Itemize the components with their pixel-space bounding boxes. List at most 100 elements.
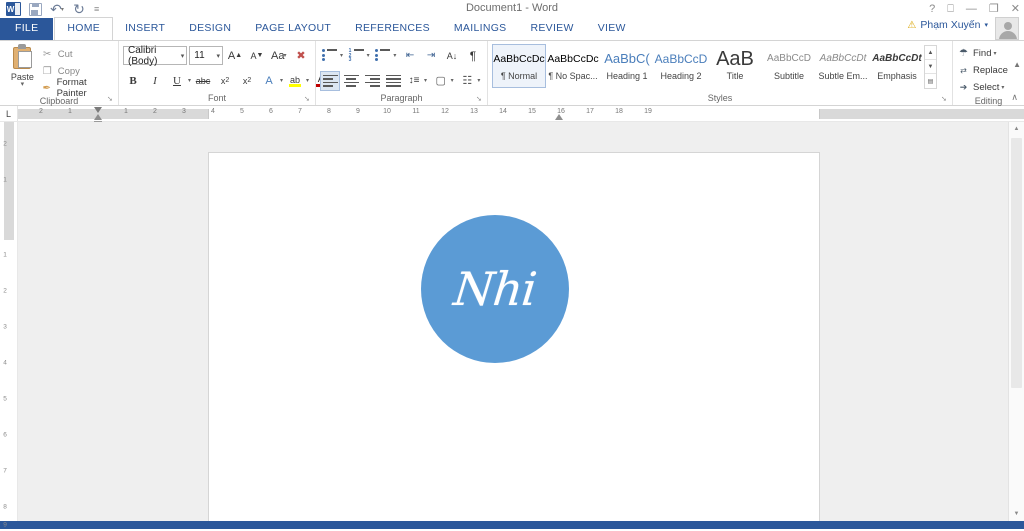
highlight-color-button[interactable]: ab — [285, 71, 305, 91]
text-effects-button[interactable]: A — [259, 71, 279, 91]
horizontal-ruler[interactable]: 2 1 1 2 3 4 5 6 7 8 9 10 11 12 13 14 15 … — [18, 106, 1024, 125]
tab-insert[interactable]: INSERT — [113, 18, 177, 40]
select-button[interactable]: ➔ Select ▾ — [957, 80, 1008, 95]
tab-home[interactable]: HOME — [54, 17, 114, 40]
account-menu[interactable]: ⚠ Phạm Xuyến ▾ — [907, 19, 988, 31]
tab-stop-selector[interactable]: L — [0, 106, 18, 121]
styles-more-button[interactable]: ▤ — [925, 74, 936, 88]
style-emphasis[interactable]: AaBbCcDt Emphasis — [870, 44, 924, 88]
multilevel-caret-icon[interactable]: ▾ — [393, 52, 399, 59]
style-heading-2[interactable]: AaBbCcD Heading 2 — [654, 44, 708, 88]
paste-caret-icon[interactable]: ▾ — [21, 81, 25, 88]
undo-icon[interactable]: ↶ ▾ — [47, 1, 67, 18]
redo-icon[interactable]: ↻ — [69, 1, 89, 18]
text-effects-caret-icon[interactable]: ▾ — [280, 77, 283, 84]
select-caret-icon[interactable]: ▾ — [1001, 84, 1008, 91]
highlight-caret-icon[interactable]: ▾ — [306, 77, 309, 84]
borders-button[interactable]: ☷ — [457, 71, 477, 91]
bullets-button[interactable] — [320, 46, 340, 66]
show-formatting-marks-button[interactable]: ¶ — [463, 46, 483, 66]
hanging-indent-marker[interactable] — [94, 114, 102, 120]
align-center-button[interactable] — [341, 71, 361, 91]
numbering-button[interactable]: 123 — [347, 46, 367, 66]
title-bar: W ↶ ▾ ↻ ≡ Document1 - Word ? ⎕ — ❐ ✕ — [0, 0, 1024, 18]
tab-references[interactable]: REFERENCES — [343, 18, 442, 40]
style-subtle-emphasis[interactable]: AaBbCcDt Subtle Em... — [816, 44, 870, 88]
right-indent-marker[interactable] — [555, 114, 563, 120]
paragraph-dialog-launcher[interactable]: ➘ — [476, 96, 484, 104]
font-size-combo[interactable]: 11 ▾ — [189, 46, 223, 65]
scroll-collapse-icon[interactable]: ▲ — [1013, 60, 1021, 69]
font-name-combo[interactable]: Calibri (Body) ▾ — [123, 45, 188, 67]
underline-button[interactable]: U — [167, 71, 187, 91]
tab-mailings[interactable]: MAILINGS — [442, 18, 519, 40]
logo-circle-shape[interactable]: Nhi — [421, 215, 569, 363]
style-no-spacing[interactable]: AaBbCcDc ¶ No Spac... — [546, 44, 600, 88]
numbering-caret-icon[interactable]: ▾ — [367, 52, 373, 59]
clipboard-dialog-launcher[interactable]: ➘ — [107, 96, 115, 104]
sort-button[interactable]: A↓ — [442, 46, 462, 66]
shrink-font-button[interactable]: A ▼ — [247, 46, 267, 66]
replace-button[interactable]: ⇄ Replace — [957, 63, 1008, 78]
decrease-indent-button[interactable]: ⇤ — [400, 46, 420, 66]
multilevel-list-button[interactable] — [373, 46, 393, 66]
tab-review[interactable]: REVIEW — [518, 18, 585, 40]
vertical-ruler[interactable]: 2 1 1 2 3 4 5 6 7 8 9 — [0, 122, 18, 529]
vertical-scrollbar[interactable]: ▲ ▲ ▼ — [1008, 60, 1024, 521]
cut-button[interactable]: ✂ Cut — [41, 47, 114, 61]
line-spacing-caret-icon[interactable]: ▾ — [424, 77, 430, 84]
font-dialog-launcher[interactable]: ➘ — [304, 96, 312, 104]
minimize-icon[interactable]: — — [966, 0, 977, 18]
close-icon[interactable]: ✕ — [1011, 0, 1020, 18]
align-right-button[interactable] — [362, 71, 382, 91]
first-line-indent-marker[interactable] — [94, 107, 102, 113]
scroll-down-button[interactable]: ▼ — [1009, 507, 1024, 521]
find-button[interactable]: ☂ Find ▾ — [957, 46, 1008, 61]
justify-button[interactable] — [383, 71, 403, 91]
restore-icon[interactable]: ❐ — [989, 0, 999, 18]
find-caret-icon[interactable]: ▾ — [993, 50, 1000, 57]
tab-view[interactable]: VIEW — [586, 18, 638, 40]
style-normal[interactable]: AaBbCcDc ¶ Normal — [492, 44, 546, 88]
clear-formatting-icon[interactable]: ✖ — [291, 46, 311, 66]
bullets-caret-icon[interactable]: ▾ — [340, 52, 346, 59]
help-icon[interactable]: ? — [929, 0, 935, 18]
borders-caret-icon[interactable]: ▾ — [477, 77, 483, 84]
change-case-button[interactable]: Aa ▾ — [269, 46, 289, 66]
increase-indent-button[interactable]: ⇥ — [421, 46, 441, 66]
style-heading-1[interactable]: AaBbC( Heading 1 — [600, 44, 654, 88]
tab-file[interactable]: FILE — [0, 18, 54, 40]
shading-button[interactable]: ▢ — [431, 71, 451, 91]
customize-quick-access-icon[interactable]: ≡ — [91, 4, 99, 14]
align-left-button[interactable] — [320, 70, 340, 91]
line-spacing-button[interactable]: ↕≡ — [404, 71, 424, 91]
document-canvas[interactable]: Nhi — [18, 122, 1008, 521]
styles-dialog-launcher[interactable]: ➘ — [941, 96, 949, 104]
style-subtitle[interactable]: AaBbCcD Subtitle — [762, 44, 816, 88]
paste-button[interactable]: Paste ▾ — [4, 43, 41, 95]
format-painter-button[interactable]: ✒ Format Painter — [41, 77, 114, 99]
chevron-down-icon: ▾ — [984, 22, 988, 29]
ribbon-display-options-icon[interactable]: ⎕ — [947, 0, 954, 18]
scroll-up-button[interactable]: ▲ — [1009, 122, 1024, 136]
copy-button[interactable]: ❐ Copy — [41, 64, 114, 78]
avatar[interactable] — [995, 17, 1019, 40]
document-page[interactable]: Nhi — [208, 152, 820, 521]
italic-button[interactable]: I — [145, 71, 165, 91]
tab-page-layout[interactable]: PAGE LAYOUT — [243, 18, 343, 40]
bold-button[interactable]: B — [123, 71, 143, 91]
grow-font-button[interactable]: A ▲ — [225, 46, 245, 66]
tab-design[interactable]: DESIGN — [177, 18, 243, 40]
scrollbar-thumb[interactable] — [1011, 138, 1022, 388]
styles-scroll-up-button[interactable]: ▲ — [925, 46, 936, 60]
underline-caret-icon[interactable]: ▾ — [188, 77, 191, 84]
collapse-ribbon-button[interactable]: ∧ — [1011, 92, 1018, 103]
shading-caret-icon[interactable]: ▾ — [451, 77, 457, 84]
style-title[interactable]: AaB Title — [708, 44, 762, 88]
styles-scroll-down-button[interactable]: ▼ — [925, 60, 936, 74]
window-controls: ? ⎕ — ❐ ✕ — [929, 0, 1020, 18]
save-icon[interactable] — [25, 1, 45, 18]
strikethrough-button[interactable]: abc — [193, 71, 213, 91]
superscript-button[interactable]: x2 — [237, 71, 257, 91]
subscript-button[interactable]: x2 — [215, 71, 235, 91]
